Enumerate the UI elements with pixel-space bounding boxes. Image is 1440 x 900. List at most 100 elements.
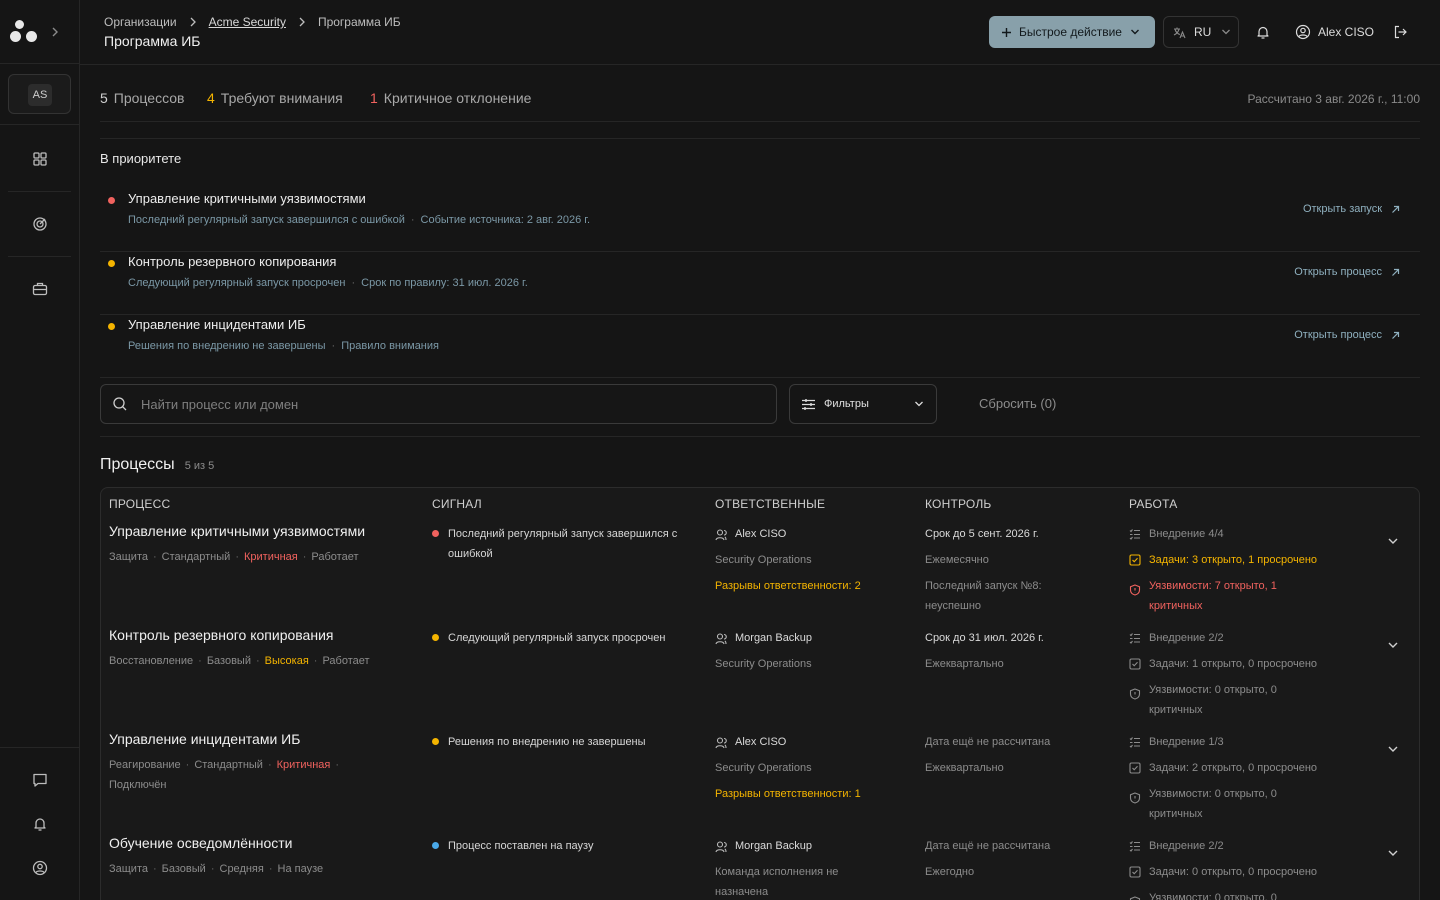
priority-item-meta: Решения по внедрению не завершены · Правил… [128, 340, 439, 352]
user-name: Alex CISO [1318, 25, 1375, 39]
topbar: Организации Acme Security Программа ИБ П… [80, 0, 1440, 65]
process-control: Дата ещё не рассчитана Ежегодно [925, 840, 1051, 878]
divider [8, 191, 71, 192]
process-tags: Защита · Стандартный · Критичная · Работает [109, 551, 359, 563]
process-name[interactable]: Контроль резервного копирования [109, 627, 333, 643]
chevron-down-icon[interactable] [1386, 744, 1400, 754]
process-owners: Alex CISO Security Operations Разрывы от… [715, 524, 915, 596]
status-dot [108, 323, 115, 330]
user-icon [715, 528, 727, 540]
process-tags: Защита · Базовый · Средняя · На паузе [109, 863, 324, 875]
stat-attention: 4 Требуют внимания [207, 90, 343, 106]
chevron-down-icon[interactable] [1386, 536, 1400, 546]
status-dot [108, 197, 115, 204]
open-process-link[interactable]: Открыть процесс [1294, 266, 1400, 278]
column-header[interactable]: СИГНАЛ [432, 497, 482, 511]
user-icon [715, 840, 727, 852]
user-circle-icon[interactable] [30, 858, 50, 878]
task-check-icon [1129, 554, 1141, 566]
column-header[interactable]: РАБОТА [1129, 497, 1177, 511]
task-check-icon [1129, 658, 1141, 670]
arrow-up-right-icon [1392, 268, 1400, 276]
chevron-right-icon [190, 17, 196, 27]
logo-area[interactable] [0, 0, 80, 64]
processes-table: ПРОЦЕСС СИГНАЛ ОТВЕТСТВЕННЫЕ КОНТРОЛЬ РА… [100, 487, 1420, 900]
calculated-timestamp: Рассчитано 3 авг. 2026 г., 11:00 [1247, 92, 1421, 106]
table-row[interactable]: Управление критичными уязвимостями Защит… [101, 522, 1419, 626]
user-icon [715, 736, 727, 748]
main-content: 5 Процессов 4 Требуют внимания 1 Критичное … [80, 65, 1440, 900]
column-header[interactable]: ПРОЦЕСС [109, 497, 170, 511]
process-tags: Восстановление · Базовый · Высокая · Работает [109, 655, 370, 667]
chevron-down-icon[interactable] [1386, 640, 1400, 650]
process-work: Внедрение 2/2 Задачи: 1 открыто, 0 проср… [1129, 628, 1369, 726]
logo-icon [10, 20, 38, 44]
search-icon [113, 397, 127, 411]
process-work: Внедрение 2/2 Задачи: 0 открыто, 0 проср… [1129, 836, 1369, 900]
table-row[interactable]: Управление инцидентами ИБ Реагирование · С… [101, 730, 1419, 834]
breadcrumb-org[interactable]: Acme Security [209, 15, 286, 29]
user-menu[interactable]: Alex CISO [1295, 24, 1374, 40]
chevron-down-icon [1222, 29, 1231, 35]
priority-item-meta: Последний регулярный запуск завершился с… [128, 214, 590, 226]
quick-action-button[interactable]: Быстрое действие [989, 16, 1155, 48]
logout-icon[interactable] [1392, 24, 1408, 40]
process-signal: Процесс поставлен на паузу [432, 836, 702, 856]
shield-icon [1129, 792, 1141, 804]
column-header[interactable]: КОНТРОЛЬ [925, 497, 991, 511]
table-row[interactable]: Контроль резервного копирования Восстано… [101, 626, 1419, 730]
process-control: Срок до 5 сент. 2026 г. Ежемесячно После… [925, 528, 1042, 612]
table-row[interactable]: Обучение осведомлённости Защита · Базовый ·… [101, 834, 1419, 900]
ownership-gap-warning: Разрывы ответственности: 1 [715, 788, 861, 800]
processes-section-title: Процессы 5 из 5 [100, 456, 215, 473]
priority-item-name: Управление критичными уязвимостями [128, 191, 366, 206]
briefcase-icon[interactable] [30, 279, 50, 299]
breadcrumb-organizations[interactable]: Организации [104, 15, 177, 29]
notifications-bell-icon[interactable] [1255, 24, 1271, 40]
chevron-right-icon[interactable] [50, 26, 60, 38]
open-run-link[interactable]: Открыть запуск [1303, 203, 1400, 215]
process-signal: Следующий регулярный запуск просрочен [432, 628, 702, 648]
checklist-icon [1129, 841, 1140, 852]
reset-filters-button[interactable]: Сбросить (0) [979, 396, 1056, 411]
shield-icon [1129, 688, 1141, 700]
process-owners: Alex CISO Security Operations Разрывы от… [715, 732, 915, 804]
chat-icon[interactable] [30, 770, 50, 790]
search-input[interactable] [141, 385, 761, 423]
plus-icon [1002, 27, 1011, 37]
filters-label: Фильтры [824, 398, 869, 410]
user-icon [715, 632, 727, 644]
process-name[interactable]: Управление критичными уязвимостями [109, 523, 365, 539]
open-process-link[interactable]: Открыть процесс [1294, 329, 1400, 341]
task-check-icon [1129, 762, 1141, 774]
column-header[interactable]: ОТВЕТСТВЕННЫЕ [715, 497, 825, 511]
process-tags: Реагирование · Стандартный · Критичная · Подкл… [109, 759, 340, 791]
chevron-down-icon [915, 401, 923, 407]
status-dot [432, 738, 439, 745]
sliders-icon [802, 398, 815, 410]
bell-icon[interactable] [30, 814, 50, 834]
task-check-icon [1129, 866, 1141, 878]
priority-section-title: В приоритете [100, 151, 182, 166]
org-switcher[interactable]: AS [8, 74, 71, 114]
divider [100, 138, 1420, 139]
ownership-gap-warning: Разрывы ответственности: 2 [715, 580, 861, 592]
process-owners: Morgan Backup Security Operations [715, 632, 813, 670]
target-icon[interactable] [30, 214, 50, 234]
priority-item[interactable]: Управление инцидентами ИБ Решения по вне… [100, 315, 1420, 378]
checklist-icon [1129, 529, 1140, 540]
chevron-down-icon[interactable] [1386, 848, 1400, 858]
filters-dropdown[interactable]: Фильтры [789, 384, 937, 424]
org-badge: AS [28, 84, 52, 106]
grid-icon[interactable] [30, 149, 50, 169]
language-label: RU [1194, 25, 1212, 39]
divider [0, 747, 80, 748]
process-name[interactable]: Управление инцидентами ИБ [109, 731, 300, 747]
process-owners: Morgan Backup Команда исполнения не назн… [715, 840, 839, 898]
priority-item[interactable]: Контроль резервного копирования Следующи… [100, 252, 1420, 315]
process-name[interactable]: Обучение осведомлённости [109, 835, 292, 851]
shield-icon [1129, 584, 1141, 596]
language-select[interactable]: RU [1163, 16, 1239, 48]
priority-item[interactable]: Управление критичными уязвимостями После… [100, 189, 1420, 252]
priority-item-name: Управление инцидентами ИБ [128, 317, 306, 332]
